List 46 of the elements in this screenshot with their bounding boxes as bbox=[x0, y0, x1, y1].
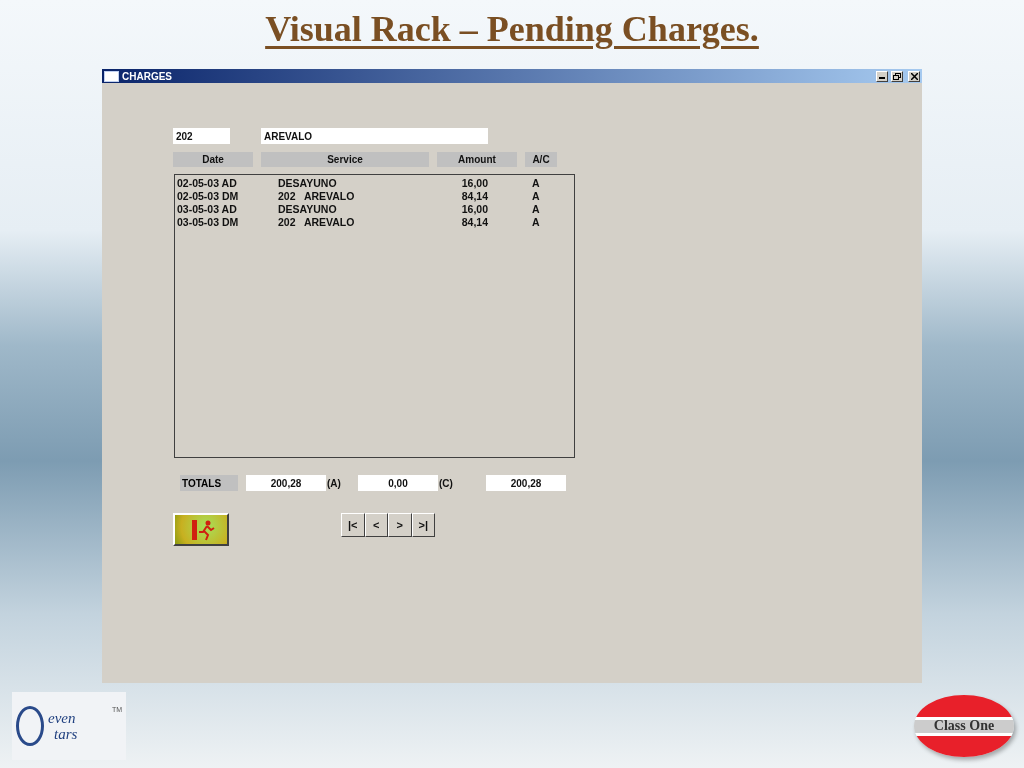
charges-list[interactable]: 02-05-03 AD DESAYUNO 16,00 A 02-05-03 DM 202 AREVALO 84,14 A 03-05-03 AD DESAYUNO 16,00 A 03-05-03 DM 202 AREVALO 84,14 A bbox=[174, 174, 575, 458]
window-icon bbox=[104, 70, 119, 82]
navigation-button[interactable]: > bbox=[388, 513, 412, 537]
window-title: CHARGES bbox=[122, 70, 173, 82]
amount-cell-text: 16,00 bbox=[460, 176, 488, 189]
column-header: A/C bbox=[525, 152, 557, 167]
minimize-button[interactable] bbox=[876, 70, 888, 82]
exit-button[interactable] bbox=[173, 513, 229, 546]
total-field[interactable]: 200,28 bbox=[486, 475, 566, 491]
amount-cell-text: 84,14 bbox=[460, 215, 488, 228]
amount-cell-text: 84,14 bbox=[460, 189, 488, 202]
logo-text: tars bbox=[53, 725, 79, 742]
date-cell-text: 02-05-03 DM bbox=[177, 189, 240, 202]
column-header: Date bbox=[173, 152, 253, 167]
ac-cell-text: A bbox=[531, 189, 541, 202]
a-label: (A) bbox=[327, 477, 342, 489]
logo-text: even bbox=[48, 709, 77, 726]
column-header: Service bbox=[261, 152, 429, 167]
date-cell-text: 03-05-03 AD bbox=[177, 202, 238, 215]
slide-title: Visual Rack – Pending Charges. bbox=[265, 8, 759, 51]
logo-text: Class One bbox=[933, 717, 995, 734]
date-cell-text: 02-05-03 AD bbox=[177, 176, 238, 189]
service-cell-text: 202 AREVALO bbox=[278, 215, 356, 228]
total-a-field[interactable]: 200,28 bbox=[246, 475, 326, 491]
ac-cell-text: A bbox=[531, 215, 541, 228]
service-cell-text: DESAYUNO bbox=[278, 202, 338, 215]
navigation-button[interactable]: |< bbox=[341, 513, 365, 537]
restore-button[interactable] bbox=[891, 70, 903, 82]
close-icon bbox=[910, 72, 918, 80]
close-button[interactable] bbox=[908, 70, 920, 82]
service-cell-text: DESAYUNO bbox=[278, 176, 338, 189]
date-cell-text: 03-05-03 DM bbox=[177, 215, 240, 228]
c-label: (C) bbox=[439, 477, 454, 489]
restore-icon bbox=[893, 72, 901, 80]
totals-label: TOTALS bbox=[180, 475, 238, 491]
room-field[interactable]: 202 bbox=[173, 128, 230, 144]
ac-cell-text: A bbox=[531, 202, 541, 215]
ac-cell-text: A bbox=[531, 176, 541, 189]
column-header: Amount bbox=[437, 152, 517, 167]
name-field[interactable]: AREVALO bbox=[261, 128, 488, 144]
navigation-button[interactable]: >| bbox=[411, 513, 435, 537]
ring-icon bbox=[16, 705, 44, 746]
total-c-field[interactable]: 0,00 bbox=[358, 475, 438, 491]
amount-cell-text: 16,00 bbox=[460, 202, 488, 215]
navigation-button[interactable]: < bbox=[364, 513, 388, 537]
service-cell-text: 202 AREVALO bbox=[278, 189, 356, 202]
